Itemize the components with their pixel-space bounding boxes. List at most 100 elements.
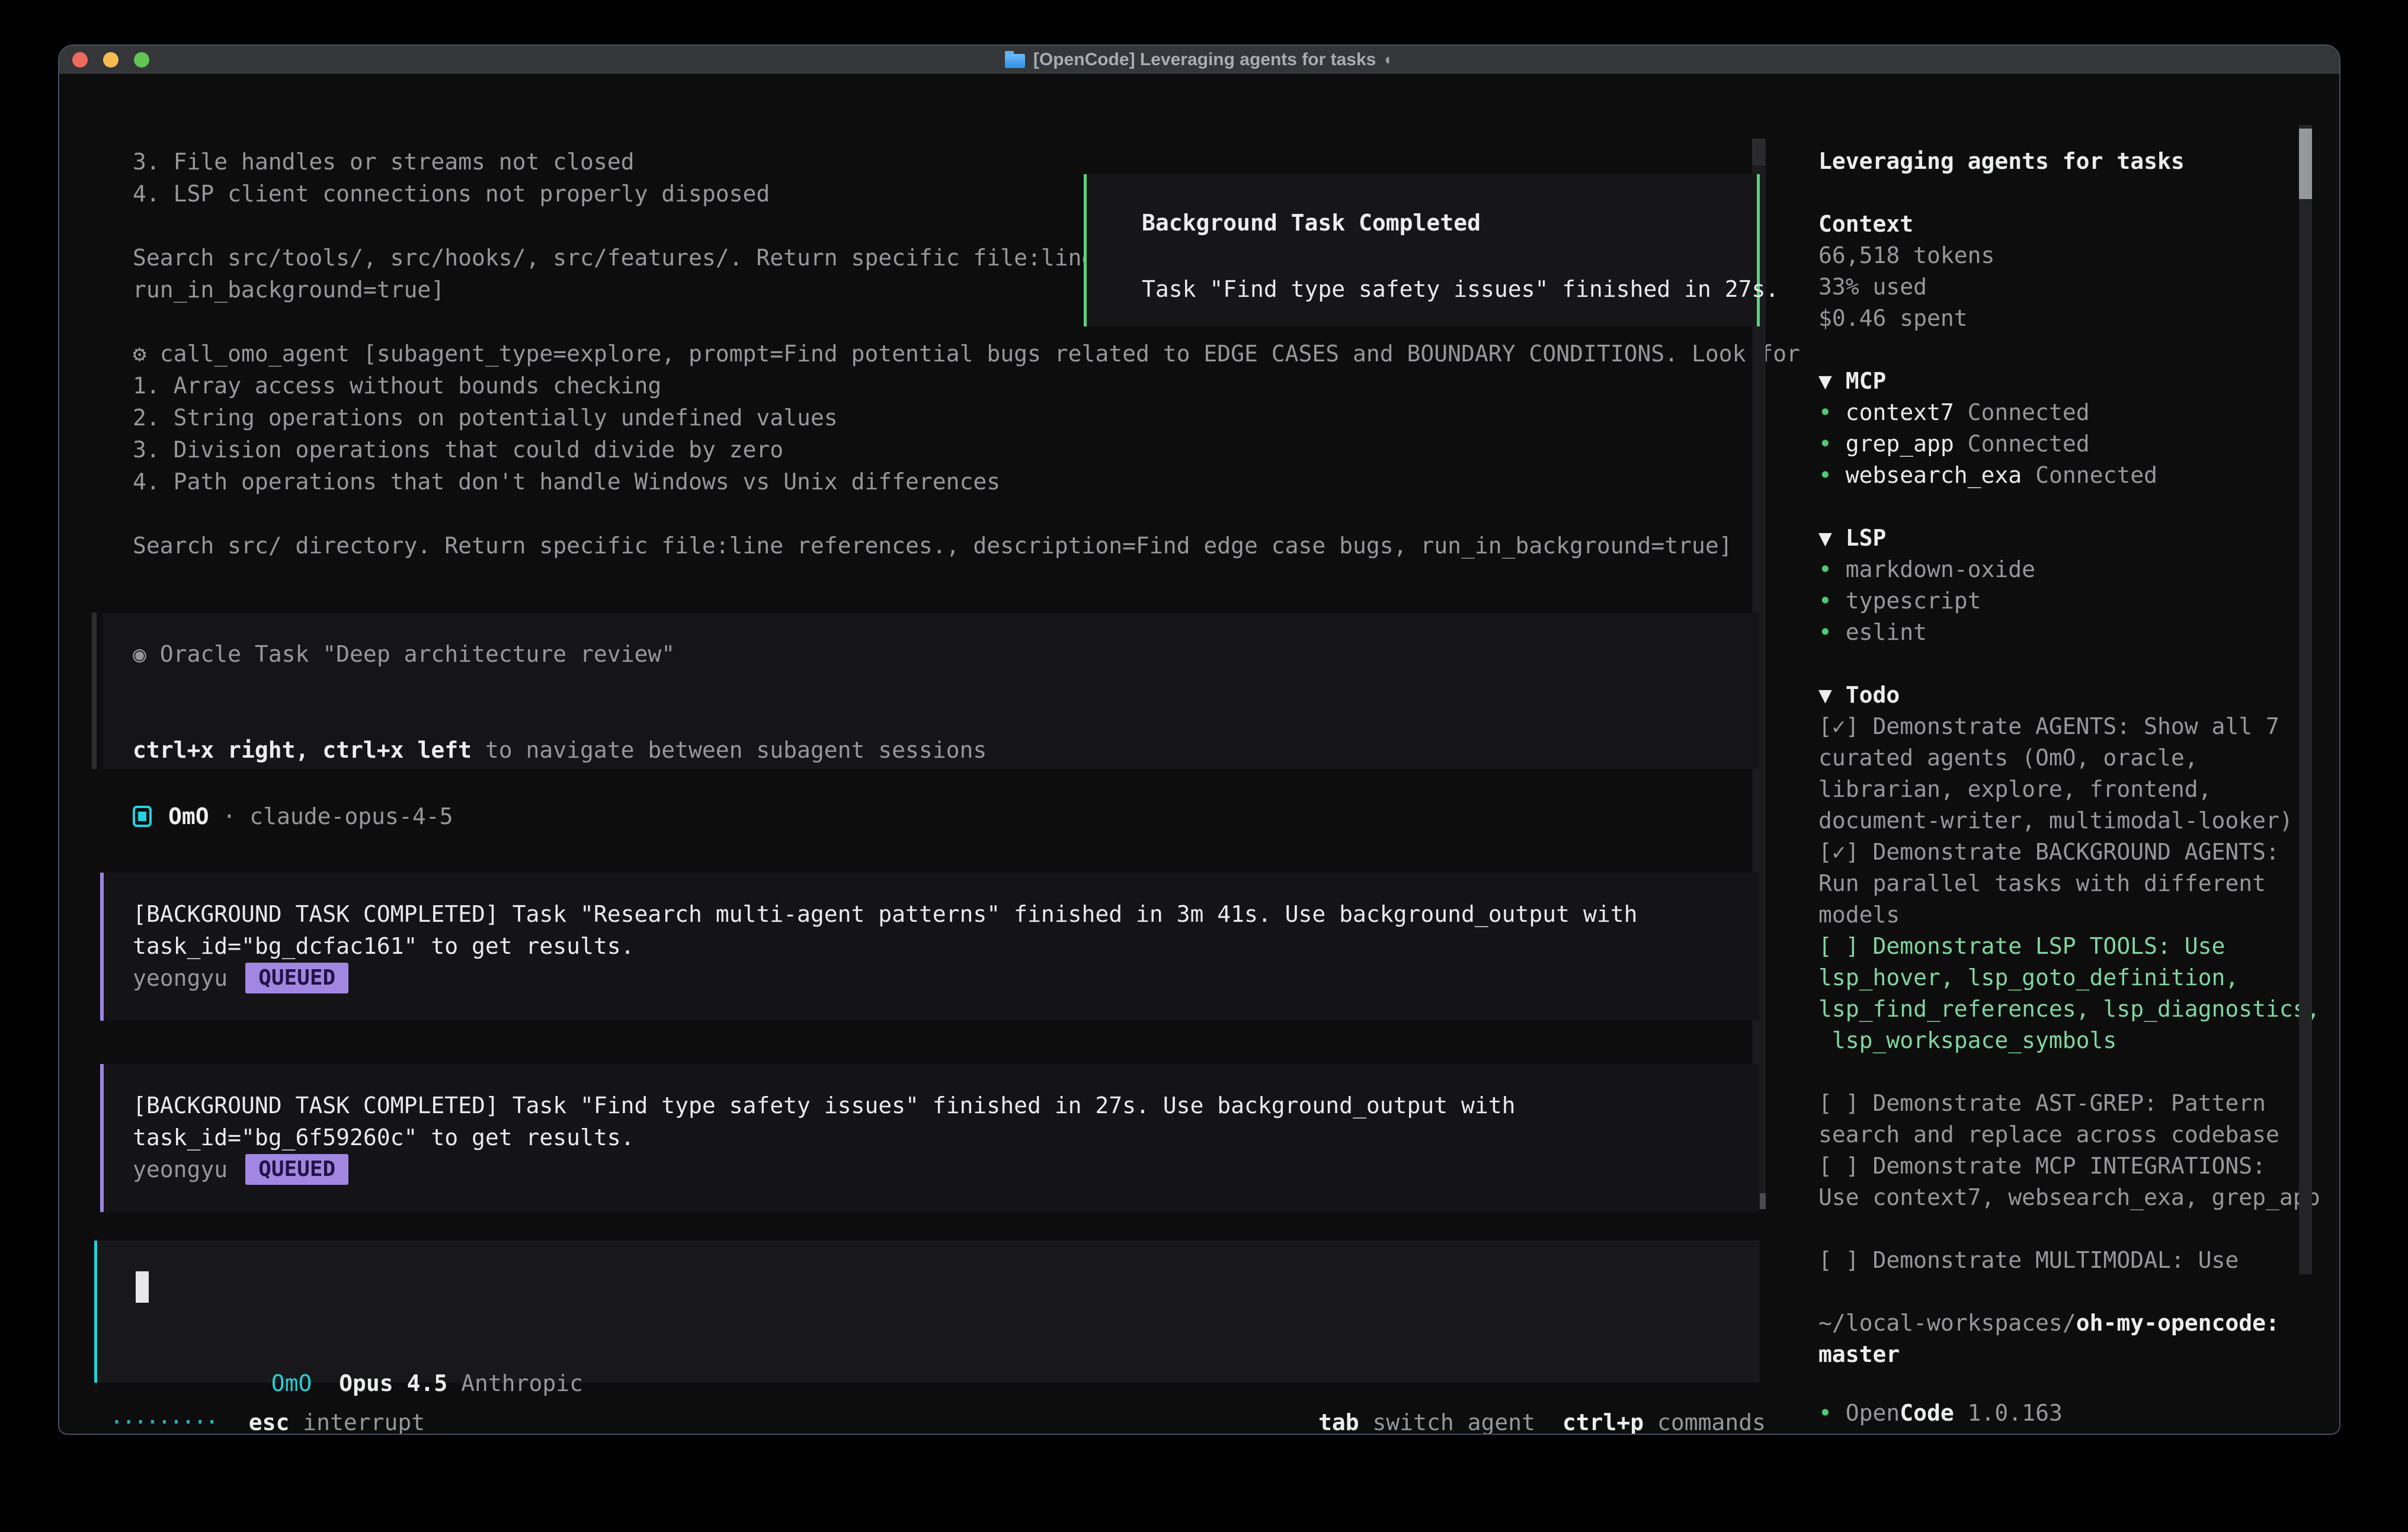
notification-title: Background Task Completed [1142, 207, 1481, 239]
terminal-line: librarian, explore, frontend, [1818, 774, 2320, 805]
terminal-line: 2. String operations on potentially unde… [133, 402, 1800, 434]
terminal-line [1818, 1276, 2320, 1307]
window-title-text: [OpenCode] Leveraging agents for tasks [1033, 50, 1376, 70]
terminal-line: [ ] Demonstrate AST-GREP: Pattern [1818, 1088, 2320, 1119]
oracle-card-accent [92, 613, 97, 769]
prompt-model: Opus 4.5 [312, 1370, 461, 1396]
terminal-line [1818, 491, 2320, 523]
sidebar-scrollbar-thumb[interactable] [2299, 129, 2312, 199]
terminal-line: • grep_app Connected [1818, 428, 2320, 460]
terminal-line: lsp_find_references, lsp_diagnostics, [1818, 993, 2320, 1025]
terminal-line: lsp_workspace_symbols [1818, 1025, 2320, 1056]
terminal-line: [BACKGROUND TASK COMPLETED] Task "Resear… [133, 898, 1637, 930]
agent-model: claude-opus-4-5 [249, 803, 453, 829]
background-task-card-2: [BACKGROUND TASK COMPLETED] Task "Find t… [100, 1064, 1760, 1212]
titlebar: [OpenCode] Leveraging agents for tasks ◐ [59, 46, 2339, 74]
task-meta-row: yeongyu QUEUED [133, 962, 348, 994]
terminal-line: Search src/ directory. Return specific f… [133, 530, 1800, 562]
tab-key-hint: tab [1318, 1409, 1359, 1435]
sidebar-scrollbar[interactable] [2299, 125, 2312, 1274]
terminal-line: Context [1818, 209, 2320, 240]
desktop: [OpenCode] Leveraging agents for tasks ◐… [0, 0, 2408, 1532]
terminal-line: • typescript [1818, 585, 2320, 617]
terminal-line: Leveraging agents for tasks [1818, 146, 2320, 177]
status-bar: ········· esc interrupt tab switch agent… [59, 1406, 1766, 1435]
esc-key-hint: esc [249, 1409, 290, 1435]
terminal-line: ctrl+x right, ctrl+x left to navigate be… [133, 734, 987, 766]
sidebar: Leveraging agents for tasks Context66,518… [1818, 146, 2320, 1370]
ctrlp-key-label: commands [1644, 1409, 1766, 1435]
task-user: yeongyu [133, 1156, 228, 1182]
terminal-line: 4. Path operations that don't handle Win… [133, 466, 1800, 498]
terminal-line: [BACKGROUND TASK COMPLETED] Task "Find t… [133, 1089, 1516, 1121]
task-meta-row: yeongyu QUEUED [133, 1153, 348, 1185]
terminal-line: • OpenCode 1.0.163 [1818, 1398, 2063, 1429]
prompt-provider: Anthropic [461, 1370, 583, 1396]
terminal-line: 66,518 tokens [1818, 240, 2320, 271]
terminal-line: $0.46 spent [1818, 303, 2320, 334]
agent-separator: · [209, 803, 250, 829]
terminal-line: [✓] Demonstrate BACKGROUND AGENTS: [1818, 836, 2320, 868]
terminal-line: models [1818, 899, 2320, 931]
window-title: [OpenCode] Leveraging agents for tasks ◐ [1005, 50, 1394, 70]
status-left: ········· esc interrupt [110, 1406, 425, 1435]
terminal-line: 1. Array access without bounds checking [133, 370, 1800, 402]
terminal-line: task_id="bg_6f59260c" to get results. [133, 1121, 1516, 1153]
esc-key-label: interrupt [289, 1409, 425, 1435]
main-scrollbar-top-block [1752, 139, 1766, 165]
spinner-dots-icon: ········· [110, 1409, 217, 1435]
terminal-line: • websearch_exa Connected [1818, 460, 2320, 491]
oracle-task-card: ◉ Oracle Task "Deep architecture review"… [103, 613, 1760, 769]
terminal-line [133, 702, 987, 734]
terminal-line: 33% used [1818, 271, 2320, 303]
terminal-line: [ ] Demonstrate LSP TOOLS: Use [1818, 931, 2320, 962]
close-button[interactable] [72, 52, 88, 68]
terminal-window: [OpenCode] Leveraging agents for tasks ◐… [58, 44, 2340, 1435]
status-badge: QUEUED [245, 1154, 348, 1185]
agent-checkbox-icon [133, 806, 152, 827]
terminal-line: task_id="bg_dcfac161" to get results. [133, 930, 1637, 962]
terminal-line: ⚙ call_omo_agent [subagent_type=explore,… [133, 338, 1800, 370]
terminal-line: 3. File handles or streams not closed [133, 146, 1800, 178]
terminal-line: • markdown-oxide [1818, 554, 2320, 585]
terminal-line [1818, 1056, 2320, 1088]
status-right: tab switch agent ctrl+p commands [1318, 1406, 1766, 1435]
agent-header-row: OmO · claude-opus-4-5 [133, 800, 453, 832]
terminal-line: Use context7, websearch_exa, grep_app [1818, 1182, 2320, 1213]
zoom-button[interactable] [134, 52, 149, 68]
status-badge: QUEUED [245, 963, 348, 993]
prompt-model-row: OmO Opus 4.5 Anthropic [136, 1335, 583, 1367]
terminal-line: Run parallel tasks with different [1818, 868, 2320, 899]
notification-toast: Background Task Completed Task "Find typ… [1084, 174, 1760, 326]
oracle-card-lines: ◉ Oracle Task "Deep architecture review"… [133, 638, 987, 766]
terminal-line [1818, 648, 2320, 680]
task-card-text: [BACKGROUND TASK COMPLETED] Task "Find t… [133, 1089, 1516, 1153]
terminal-line: document-writer, multimodal-looker) [1818, 805, 2320, 836]
agent-name: OmO [168, 803, 209, 829]
terminal-line [133, 498, 1800, 530]
terminal-line: lsp_hover, lsp_goto_definition, [1818, 962, 2320, 993]
terminal-line: 3. Division operations that could divide… [133, 434, 1800, 466]
terminal-line [1818, 334, 2320, 366]
terminal-line: • context7 Connected [1818, 397, 2320, 428]
terminal-line: [✓] Demonstrate AGENTS: Show all 7 [1818, 711, 2320, 742]
ctrlp-key-hint: ctrl+p [1535, 1409, 1644, 1435]
terminal-line: ▼ LSP [1818, 523, 2320, 554]
minimize-button[interactable] [103, 52, 119, 68]
terminal-line: search and replace across codebase [1818, 1119, 2320, 1150]
terminal-line: ▼ Todo [1818, 680, 2320, 711]
task-card-text: [BACKGROUND TASK COMPLETED] Task "Resear… [133, 898, 1637, 962]
prompt-input[interactable]: OmO Opus 4.5 Anthropic [94, 1241, 1760, 1383]
prompt-agent: OmO [271, 1370, 312, 1396]
terminal-line: • eslint [1818, 617, 2320, 648]
terminal-line [1818, 177, 2320, 209]
folder-icon [1005, 54, 1025, 68]
notification-body: Task "Find type safety issues" finished … [1142, 273, 1779, 305]
background-task-card-1: [BACKGROUND TASK COMPLETED] Task "Resear… [100, 873, 1760, 1021]
terminal-line: master [1818, 1339, 2320, 1370]
terminal-line: ◉ Oracle Task "Deep architecture review" [133, 638, 987, 670]
activity-indicator-icon: ◐ [1384, 50, 1394, 69]
terminal-line: ▼ MCP [1818, 366, 2320, 397]
terminal-line [1818, 1213, 2320, 1245]
terminal-line: [ ] Demonstrate MCP INTEGRATIONS: [1818, 1150, 2320, 1182]
